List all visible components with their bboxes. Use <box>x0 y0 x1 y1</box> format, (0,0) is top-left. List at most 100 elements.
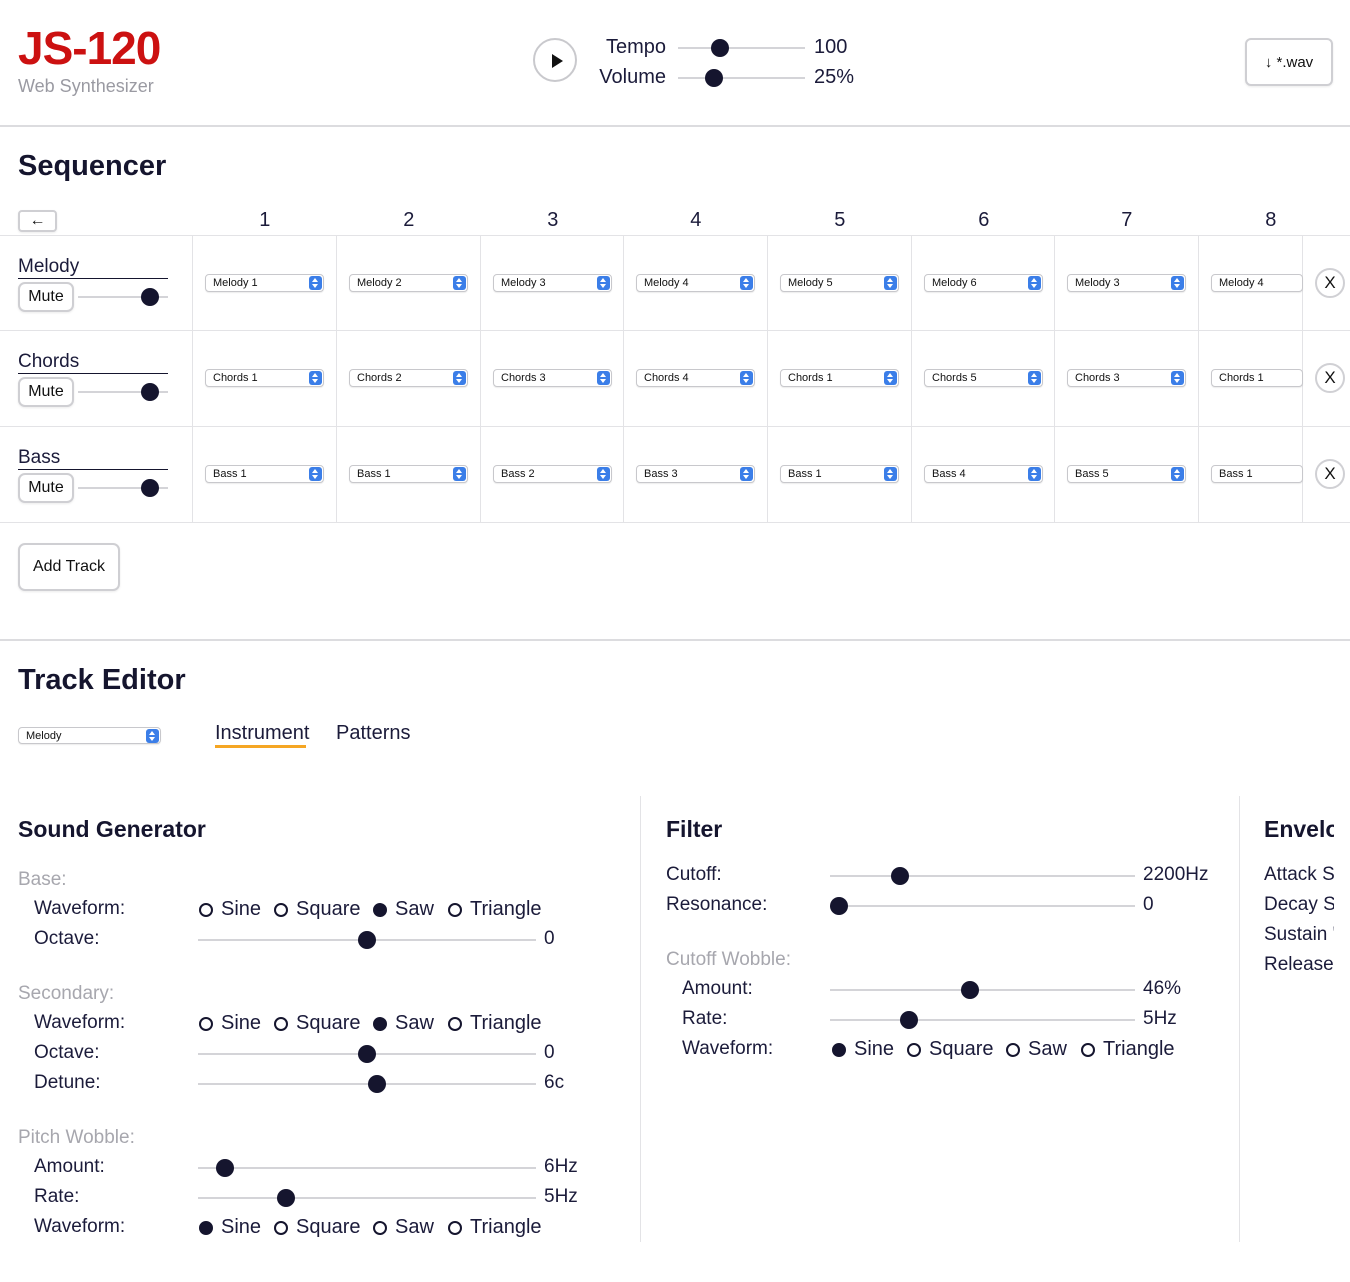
panel-divider <box>1239 796 1240 1242</box>
cutoff-slider[interactable] <box>830 867 1135 885</box>
track-volume-slider[interactable] <box>78 479 168 497</box>
pattern-select[interactable]: Bass 4 <box>924 465 1043 483</box>
pattern-select[interactable]: Melody 1 <box>205 274 324 292</box>
pattern-select[interactable]: Chords 3 <box>1067 369 1186 387</box>
remove-track-button[interactable]: X <box>1315 459 1345 489</box>
pattern-select[interactable]: Chords 4 <box>636 369 755 387</box>
pattern-select-value: Melody 4 <box>644 277 689 289</box>
pattern-select[interactable]: Bass 1 <box>1211 465 1303 483</box>
pattern-select[interactable]: Bass 1 <box>780 465 899 483</box>
download-wav-button[interactable]: ↓ *.wav <box>1245 38 1333 86</box>
tempo-label: Tempo <box>605 36 666 58</box>
wobble-rate-slider-handle[interactable] <box>900 1011 919 1029</box>
pattern-select[interactable]: Melody 3 <box>493 274 612 292</box>
tempo-slider-handle[interactable] <box>710 39 729 57</box>
pattern-select[interactable]: Melody 5 <box>780 274 899 292</box>
waveform-radio-triangle[interactable]: Triangle <box>448 1012 542 1035</box>
pattern-select-value: Chords 3 <box>1075 372 1120 384</box>
base-octave-slider-handle[interactable] <box>358 931 376 949</box>
base-octave-label: Octave: <box>34 928 100 949</box>
pitch-rate-slider-handle[interactable] <box>276 1189 295 1207</box>
pattern-select[interactable]: Bass 1 <box>205 465 324 483</box>
tempo-slider[interactable] <box>678 39 805 57</box>
waveform-radio-triangle[interactable]: Triangle <box>448 1216 542 1239</box>
track-volume-slider-handle[interactable] <box>141 479 159 497</box>
pattern-select[interactable]: Chords 5 <box>924 369 1043 387</box>
back-button[interactable]: ← <box>18 210 57 232</box>
pattern-select[interactable]: Melody 2 <box>349 274 468 292</box>
select-arrow-icon <box>740 467 753 481</box>
base-octave-slider[interactable] <box>198 931 536 949</box>
waveform-radio-sine[interactable]: Sine <box>199 1216 261 1239</box>
pattern-select-value: Melody 1 <box>213 277 258 289</box>
resonance-slider[interactable] <box>830 897 1135 915</box>
secondary-detune-slider-handle[interactable] <box>368 1075 387 1093</box>
pattern-select[interactable]: Chords 1 <box>205 369 324 387</box>
attack-label: Attack S <box>1264 864 1334 885</box>
waveform-radio-triangle[interactable]: Triangle <box>448 898 542 921</box>
pattern-select[interactable]: Chords 1 <box>1211 369 1303 387</box>
tab-patterns[interactable]: Patterns <box>336 722 410 745</box>
pattern-select[interactable]: Melody 6 <box>924 274 1043 292</box>
cutoff-slider-handle[interactable] <box>891 867 910 885</box>
play-button[interactable] <box>533 38 577 82</box>
pattern-select-value: Bass 1 <box>213 468 247 480</box>
pitch-amount-slider[interactable] <box>198 1159 536 1177</box>
pattern-select[interactable]: Bass 5 <box>1067 465 1186 483</box>
remove-track-button[interactable]: X <box>1315 363 1345 393</box>
pattern-select[interactable]: Chords 3 <box>493 369 612 387</box>
pattern-select[interactable]: Bass 1 <box>349 465 468 483</box>
wobble-amount-slider[interactable] <box>830 981 1135 999</box>
track-volume-slider-handle[interactable] <box>141 383 159 401</box>
pitch-rate-slider[interactable] <box>198 1189 536 1207</box>
waveform-radio-saw[interactable]: Saw <box>373 898 434 921</box>
waveform-radio-square[interactable]: Square <box>907 1038 994 1061</box>
secondary-detune-value: 6c <box>544 1072 565 1093</box>
pattern-select[interactable]: Melody 4 <box>636 274 755 292</box>
pitch-waveform-label: Waveform: <box>34 1216 126 1237</box>
tab-instrument[interactable]: Instrument <box>215 722 309 745</box>
track-volume-slider-handle[interactable] <box>141 288 159 306</box>
waveform-radio-square[interactable]: Square <box>274 1216 361 1239</box>
secondary-detune-slider[interactable] <box>198 1075 536 1093</box>
volume-slider[interactable] <box>678 69 805 87</box>
pattern-select[interactable]: Bass 3 <box>636 465 755 483</box>
remove-track-button[interactable]: X <box>1315 268 1345 298</box>
waveform-radio-square[interactable]: Square <box>274 1012 361 1035</box>
column-divider <box>192 236 193 522</box>
waveform-radio-saw[interactable]: Saw <box>373 1012 434 1035</box>
pattern-select[interactable]: Bass 2 <box>493 465 612 483</box>
track-select[interactable]: Melody <box>18 727 161 744</box>
pattern-select-value: Melody 2 <box>357 277 402 289</box>
track-volume-slider[interactable] <box>78 383 168 401</box>
pattern-select[interactable]: Melody 3 <box>1067 274 1186 292</box>
waveform-radio-triangle[interactable]: Triangle <box>1081 1038 1175 1061</box>
wobble-rate-slider[interactable] <box>830 1011 1135 1029</box>
waveform-radio-sine[interactable]: Sine <box>199 1012 261 1035</box>
pattern-select[interactable]: Chords 1 <box>780 369 899 387</box>
select-arrow-icon <box>146 729 159 743</box>
column-number: 4 <box>690 209 702 231</box>
waveform-radio-saw[interactable]: Saw <box>373 1216 434 1239</box>
secondary-octave-slider[interactable] <box>198 1045 536 1063</box>
volume-slider-handle[interactable] <box>704 69 723 87</box>
mute-button[interactable]: Mute <box>18 282 74 312</box>
mute-button[interactable]: Mute <box>18 473 74 503</box>
waveform-radio-saw[interactable]: Saw <box>1006 1038 1067 1061</box>
pattern-select-value: Bass 3 <box>644 468 678 480</box>
waveform-radio-square[interactable]: Square <box>274 898 361 921</box>
add-track-button[interactable]: Add Track <box>18 543 120 591</box>
radio-icon <box>832 1042 846 1057</box>
resonance-slider-handle[interactable] <box>830 897 849 915</box>
mute-button[interactable]: Mute <box>18 377 74 407</box>
wobble-amount-slider-handle[interactable] <box>961 981 980 999</box>
track-volume-slider[interactable] <box>78 288 168 306</box>
pattern-select[interactable]: Melody 4 <box>1211 274 1303 292</box>
pattern-select[interactable]: Chords 2 <box>349 369 468 387</box>
pitch-amount-slider-handle[interactable] <box>216 1159 235 1177</box>
secondary-octave-slider-handle[interactable] <box>358 1045 376 1063</box>
waveform-radio-sine[interactable]: Sine <box>199 898 261 921</box>
row-divider <box>0 426 1350 427</box>
waveform-radio-sine[interactable]: Sine <box>832 1038 894 1061</box>
envelope-panel: Envelo Attack S Decay S Sustain ' Releas… <box>1264 790 1334 1050</box>
